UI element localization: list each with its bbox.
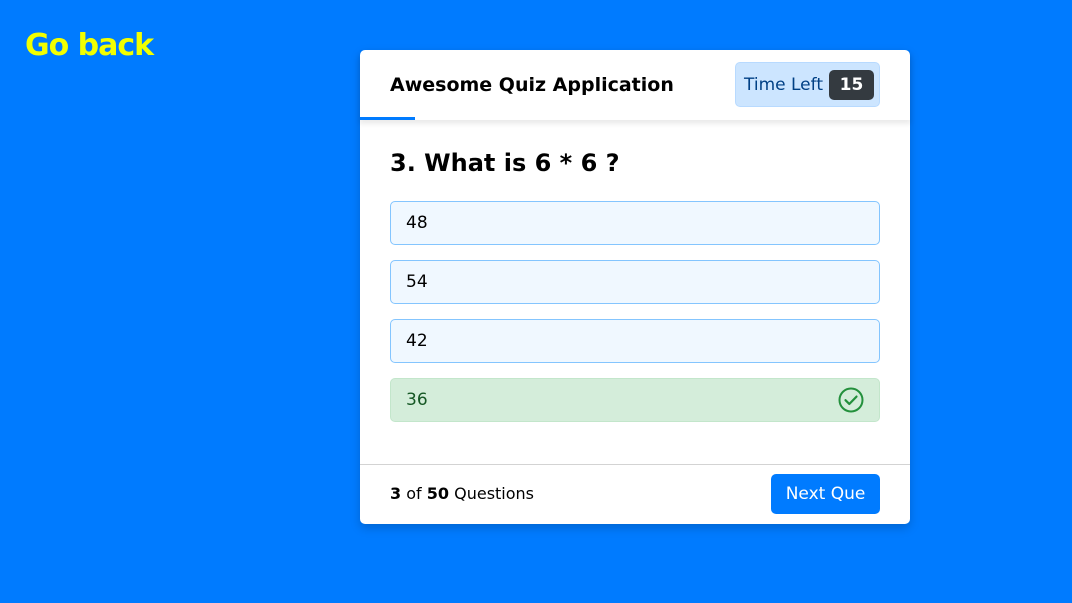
quiz-box: Awesome Quiz Application Time Left 15 3.…	[360, 50, 910, 524]
question-counter: 3 of 50 Questions	[390, 465, 534, 523]
option-4-correct[interactable]: 36	[390, 378, 880, 422]
timer-label: Time Left	[744, 74, 823, 95]
current-question-number: 3	[390, 484, 402, 503]
next-question-button[interactable]: Next Que	[771, 474, 880, 514]
option-label: 48	[406, 213, 428, 233]
quiz-title: Awesome Quiz Application	[390, 74, 674, 96]
counter-suffix: Questions	[454, 484, 535, 503]
go-back-link[interactable]: Go back	[25, 26, 154, 66]
check-circle-icon	[838, 387, 864, 413]
option-3[interactable]: 42	[390, 319, 880, 363]
quiz-section: 3. What is 6 * 6 ? 48 54 42 36	[390, 120, 880, 437]
option-2[interactable]: 54	[390, 260, 880, 304]
option-label: 42	[406, 331, 428, 351]
quiz-footer: 3 of 50 Questions Next Que	[360, 464, 910, 524]
question-text: 3. What is 6 * 6 ?	[390, 149, 620, 177]
timer-seconds: 15	[829, 69, 874, 100]
quiz-header: Awesome Quiz Application Time Left 15	[360, 50, 910, 120]
option-label: 54	[406, 272, 428, 292]
counter-of: of	[406, 484, 422, 503]
option-list: 48 54 42 36	[390, 201, 880, 422]
timer: Time Left 15	[735, 62, 880, 107]
total-question-count: 50	[426, 484, 450, 503]
option-label: 36	[406, 390, 428, 410]
option-1[interactable]: 48	[390, 201, 880, 245]
